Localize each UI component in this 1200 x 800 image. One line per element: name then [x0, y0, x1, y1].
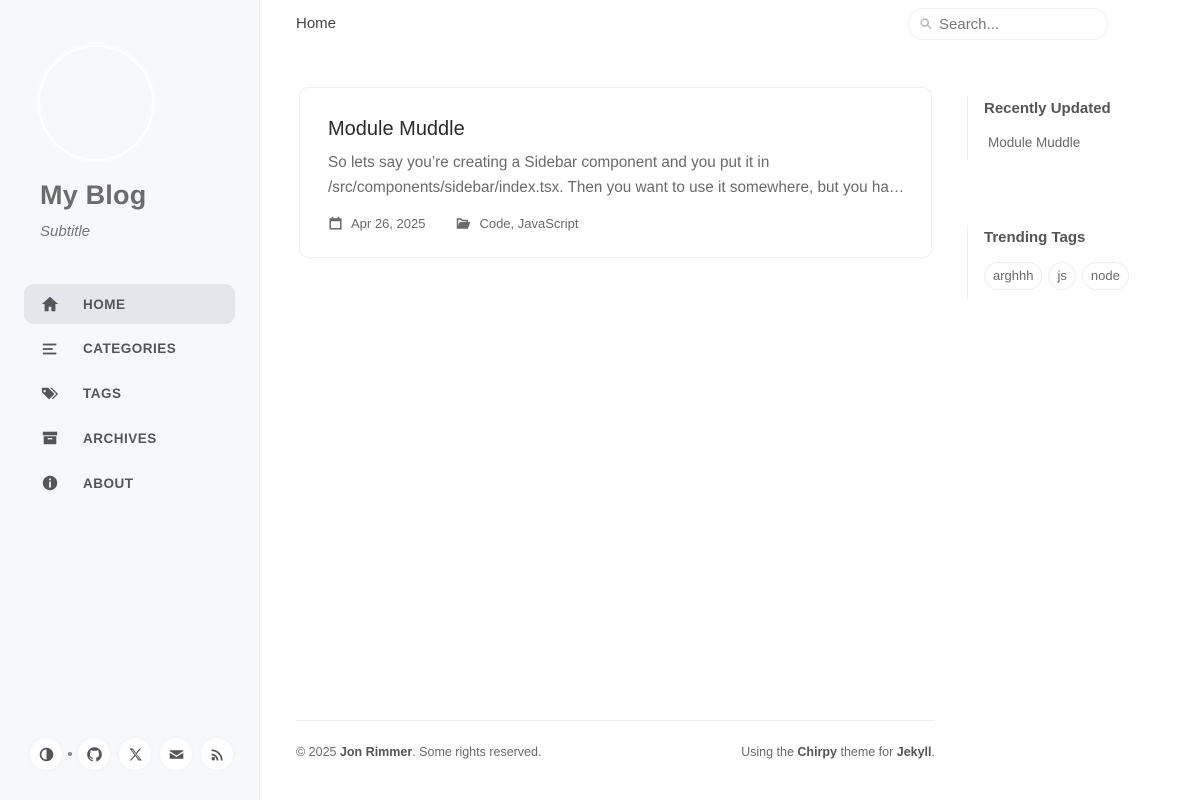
footer-divider: [296, 720, 935, 721]
post-date: Apr 26, 2025: [351, 216, 426, 231]
x-twitter-link[interactable]: [119, 738, 151, 770]
category-link[interactable]: Code: [479, 216, 510, 231]
breadcrumb: Home: [296, 15, 337, 32]
theme-toggle-button[interactable]: [30, 738, 62, 770]
footer-copyright: © 2025 Jon Rimmer. Some rights reserved.: [296, 745, 541, 759]
page: My Blog Subtitle HOME CATEGORIES TAGS AR…: [0, 0, 1200, 800]
sidebar-item-label: TAGS: [83, 386, 122, 402]
tag-pill[interactable]: js: [1048, 262, 1076, 290]
sidebar-bottom: [30, 738, 242, 770]
post-card[interactable]: Module Muddle So lets say you’re creatin…: [299, 87, 932, 258]
recently-updated-panel: Recently Updated Module Muddle: [967, 96, 1111, 160]
site-title[interactable]: My Blog: [40, 180, 146, 211]
sidebar-item-about[interactable]: ABOUT: [24, 463, 235, 503]
author-link[interactable]: Jon Rimmer: [340, 745, 412, 759]
sidebar-item-label: CATEGORIES: [83, 341, 177, 357]
post-excerpt-line: So lets say you’re creating a Sidebar co…: [328, 154, 770, 171]
category-link[interactable]: JavaScript: [518, 216, 579, 231]
info-circle-icon: [40, 473, 60, 493]
trending-tags-panel: Trending Tags arghhh js node: [967, 225, 1135, 300]
post-categories: Code, JavaScript: [456, 216, 578, 231]
sidebar-item-label: HOME: [83, 296, 126, 312]
theme-link[interactable]: Chirpy: [797, 745, 837, 759]
trending-tags-heading: Trending Tags: [984, 229, 1086, 246]
rss-icon: [211, 748, 223, 760]
theme-toggle-icon: [39, 747, 53, 761]
post-excerpt: So lets say you’re creating a Sidebar co…: [328, 150, 908, 200]
tags-icon: [40, 384, 60, 404]
sidebar-item-label: ARCHIVES: [83, 430, 157, 446]
avatar[interactable]: [38, 45, 154, 161]
home-icon: [40, 294, 60, 314]
sidebar: My Blog Subtitle HOME CATEGORIES TAGS AR…: [0, 0, 260, 800]
sidebar-item-label: ABOUT: [83, 475, 134, 491]
theme-prefix: Using the: [741, 745, 798, 759]
calendar-icon: [329, 216, 342, 230]
theme-mid: theme for: [837, 745, 897, 759]
sidebar-nav: HOME CATEGORIES TAGS ARCHIVES ABOUT: [24, 284, 235, 508]
search-input[interactable]: [939, 15, 1099, 33]
copyright-suffix: . Some rights reserved.: [412, 745, 542, 759]
search-icon: [920, 18, 932, 30]
email-icon: [169, 749, 183, 759]
recently-updated-heading: Recently Updated: [984, 100, 1111, 117]
footer-credits: Using the Chirpy theme for Jekyll.: [741, 745, 935, 759]
site-subtitle: Subtitle: [40, 223, 91, 240]
category-separator: ,: [510, 216, 518, 231]
theme-suffix: .: [931, 745, 935, 759]
post-title[interactable]: Module Muddle: [328, 118, 465, 141]
tag-list: arghhh js node: [984, 262, 1135, 290]
post-excerpt-line: /src/components/sidebar/index.tsx. Then …: [328, 179, 908, 196]
stream-icon: [40, 339, 60, 359]
post-meta: Apr 26, 2025 Code, JavaScript: [328, 216, 578, 231]
tag-pill[interactable]: node: [1081, 262, 1129, 290]
rss-link[interactable]: [201, 738, 233, 770]
x-twitter-icon: [129, 748, 142, 760]
sidebar-item-archives[interactable]: ARCHIVES: [24, 418, 235, 458]
folder-open-icon: [457, 218, 471, 229]
divider-dot: [68, 752, 72, 756]
search-box[interactable]: [908, 8, 1108, 40]
email-link[interactable]: [160, 738, 192, 770]
sidebar-item-home[interactable]: HOME: [24, 284, 235, 324]
sidebar-item-tags[interactable]: TAGS: [24, 374, 235, 414]
github-icon: [86, 746, 102, 761]
archive-icon: [40, 428, 60, 448]
sidebar-item-categories[interactable]: CATEGORIES: [24, 329, 235, 369]
platform-link[interactable]: Jekyll: [897, 745, 932, 759]
tag-pill[interactable]: arghhh: [984, 262, 1043, 290]
github-link[interactable]: [78, 738, 110, 770]
copyright-prefix: © 2025: [296, 745, 340, 759]
recent-post-link[interactable]: Module Muddle: [988, 135, 1111, 150]
